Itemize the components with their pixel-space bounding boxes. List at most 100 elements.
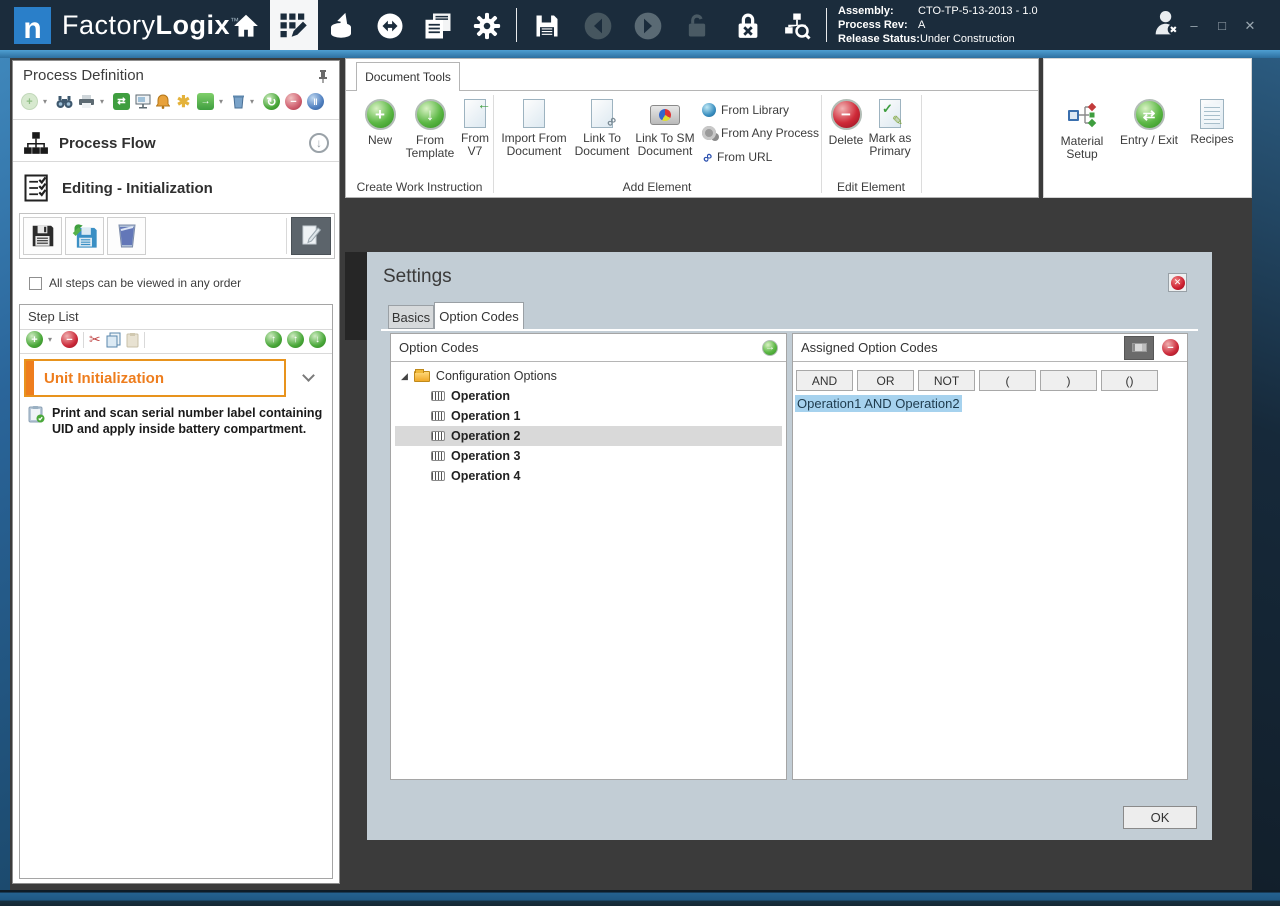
add-step-icon[interactable]: +	[26, 331, 43, 348]
logout-user-button[interactable]	[1150, 6, 1184, 40]
tab-basics[interactable]: Basics	[388, 305, 434, 329]
tree-node-operation-1[interactable]: Operation 1	[395, 406, 782, 426]
refresh-icon[interactable]: ↻	[263, 93, 280, 110]
step-expand-chevron-icon[interactable]	[302, 369, 315, 382]
unlock-button[interactable]	[680, 9, 714, 43]
import-from-document-button[interactable]: Import From Document	[498, 99, 570, 158]
move-step-down-icon[interactable]: ↓	[309, 331, 326, 348]
edit-document-toggle[interactable]	[291, 217, 331, 255]
maximize-button[interactable]: □	[1213, 18, 1231, 33]
reports-button[interactable]	[421, 9, 455, 43]
add-step-dropdown-icon[interactable]: ▾	[48, 335, 56, 344]
collapse-section-icon[interactable]: ↓	[309, 133, 329, 153]
trash-icon[interactable]	[232, 94, 245, 109]
process-flow-icon	[23, 130, 49, 156]
tree-item-label: Operation	[451, 389, 510, 403]
home-button[interactable]	[229, 9, 263, 43]
process-editor-button[interactable]	[276, 9, 310, 43]
delete-element-button[interactable]: − Delete	[826, 99, 866, 147]
ok-button[interactable]: OK	[1123, 806, 1197, 829]
move-step-into-icon[interactable]: ↑	[265, 331, 282, 348]
from-template-button[interactable]: ↓ From Template	[402, 99, 458, 160]
operator-and-button[interactable]: AND	[796, 370, 853, 391]
remove-step-icon[interactable]: −	[61, 331, 78, 348]
print-dropdown-icon[interactable]: ▾	[100, 97, 108, 106]
forward-button[interactable]	[631, 9, 665, 43]
trash-dropdown-icon[interactable]: ▾	[250, 97, 258, 106]
from-library-button[interactable]: From Library	[702, 103, 789, 117]
link-to-sm-document-button[interactable]: Link To SM Document	[634, 99, 696, 158]
assign-option-code-button[interactable]: →	[762, 340, 778, 356]
link-to-document-button[interactable]: ∞ Link To Document	[572, 99, 632, 158]
tab-content-border	[381, 329, 1198, 331]
option-code-icon	[431, 471, 445, 481]
tree-node-operation[interactable]: Operation	[395, 386, 782, 406]
step-item-unit-initialization[interactable]: Unit Initialization	[24, 359, 286, 397]
from-any-process-button[interactable]: From Any Process	[702, 126, 819, 140]
data-import-button[interactable]	[324, 9, 358, 43]
entry-exit-button[interactable]: ⇄ Entry / Exit	[1116, 99, 1182, 147]
discard-trash-button[interactable]	[107, 217, 146, 255]
print-icon[interactable]	[78, 94, 95, 109]
any-order-option[interactable]: All steps can be viewed in any order	[29, 276, 241, 290]
paste-icon[interactable]	[126, 332, 139, 348]
operator-close-paren-button[interactable]: )	[1040, 370, 1097, 391]
settings-gear-button[interactable]	[470, 9, 504, 43]
pin-icon[interactable]	[317, 69, 329, 83]
material-setup-label: Material Setup	[1054, 135, 1110, 161]
cut-icon[interactable]: ✂	[89, 331, 101, 348]
back-button[interactable]	[581, 9, 615, 43]
expression-editor-toggle[interactable]	[1124, 336, 1154, 360]
sync-process-icon[interactable]: ⇄	[113, 93, 130, 110]
operator-open-paren-button[interactable]: (	[979, 370, 1036, 391]
tree-node-configuration-options[interactable]: ◢ Configuration Options	[395, 366, 782, 386]
gear-flower-icon[interactable]: ✱	[175, 93, 192, 110]
presentation-icon[interactable]	[135, 94, 151, 109]
delete-minus-icon: −	[831, 99, 862, 130]
add-icon[interactable]: +	[21, 93, 38, 110]
recipes-button[interactable]: Recipes	[1184, 99, 1240, 146]
operator-paren-pair-button[interactable]: ()	[1101, 370, 1158, 391]
from-v7-button[interactable]: ← From V7	[458, 99, 492, 158]
tree-expander-icon[interactable]: ◢	[395, 371, 408, 382]
remove-icon[interactable]: −	[285, 93, 302, 110]
expression-area[interactable]: Operation1 AND Operation2	[795, 396, 962, 411]
tree-node-operation-4[interactable]: Operation 4	[395, 466, 782, 486]
minimize-button[interactable]: –	[1185, 18, 1203, 33]
export-dropdown-icon[interactable]: ▾	[219, 97, 227, 106]
tab-option-codes[interactable]: Option Codes	[434, 302, 524, 329]
bell-icon[interactable]	[156, 94, 170, 109]
from-url-button[interactable]: ∞ From URL	[702, 149, 772, 165]
dialog-close-button[interactable]: ✕	[1168, 273, 1187, 292]
tree-node-operation-3[interactable]: Operation 3	[395, 446, 782, 466]
save-document-button[interactable]	[23, 217, 62, 255]
save-as-template-button[interactable]	[65, 217, 104, 255]
from-any-process-label: From Any Process	[721, 126, 819, 140]
mark-as-primary-button[interactable]: ✓✎ Mark as Primary	[864, 99, 916, 158]
process-flow-section[interactable]: Process Flow ↓	[13, 125, 339, 161]
option-code-icon	[431, 431, 445, 441]
navigate-button[interactable]	[373, 9, 407, 43]
copy-icon[interactable]	[106, 332, 121, 348]
pause-icon[interactable]: ‖	[307, 93, 324, 110]
side-tools-panel: Material Setup ⇄ Entry / Exit Recipes	[1043, 58, 1252, 198]
add-dropdown-icon[interactable]: ▾	[43, 97, 51, 106]
export-package-icon[interactable]: →	[197, 93, 214, 110]
remove-assigned-code-button[interactable]: −	[1162, 339, 1179, 356]
save-button[interactable]	[530, 9, 564, 43]
release-status-value: Under Construction	[920, 33, 1015, 45]
new-instruction-button[interactable]: + New	[358, 99, 402, 147]
tree-node-operation-2[interactable]: Operation 2	[395, 426, 782, 446]
close-button[interactable]: ✕	[1241, 18, 1259, 34]
title-bar: n FactoryLogix™	[0, 0, 1280, 50]
find-binoculars-icon[interactable]	[56, 95, 73, 109]
material-setup-button[interactable]: Material Setup	[1054, 99, 1110, 161]
operator-or-button[interactable]: OR	[857, 370, 914, 391]
any-order-checkbox[interactable]	[29, 277, 42, 290]
process-audit-button[interactable]	[780, 9, 814, 43]
operator-not-button[interactable]: NOT	[918, 370, 975, 391]
tab-document-tools[interactable]: Document Tools	[356, 62, 460, 91]
lock-revision-button[interactable]	[731, 9, 765, 43]
close-x-icon: ✕	[1171, 276, 1185, 290]
move-step-up-icon[interactable]: ↑	[287, 331, 304, 348]
